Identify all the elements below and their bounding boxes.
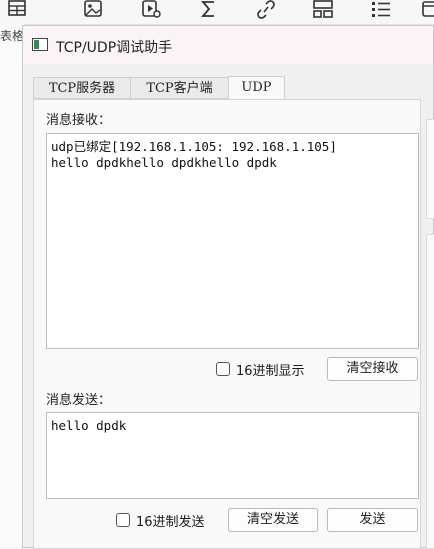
window-title: TCP/UDP调试助手 (56, 40, 173, 56)
checkbox-box[interactable] (116, 513, 130, 527)
host-side-label: 表格 (0, 29, 25, 43)
link-icon[interactable] (255, 0, 277, 20)
checkbox-box[interactable] (216, 362, 230, 376)
send-button[interactable]: 发送 (327, 508, 418, 532)
right-panel-fragment (426, 119, 434, 219)
list-icon[interactable] (370, 0, 392, 20)
app-icon (32, 38, 48, 51)
layout-icon[interactable] (312, 0, 334, 20)
host-ribbon (0, 0, 434, 25)
table-icon[interactable] (6, 0, 28, 20)
tab-tcp-server[interactable]: TCP服务器 (33, 77, 131, 99)
tab-tcp-client[interactable]: TCP客户端 (130, 77, 229, 99)
send-label: 消息发送： (46, 393, 112, 408)
udp-panel: 消息接收： udp已绑定[192.168.1.105: 192.168.1.10… (33, 99, 421, 549)
right-panel-fragment (426, 234, 434, 549)
send-hex-label: 16进制发送 (136, 514, 205, 530)
receive-textbox[interactable]: udp已绑定[192.168.1.105: 192.168.1.105] hel… (46, 133, 419, 349)
clear-receive-button[interactable]: 清空接收 (327, 357, 418, 381)
tab-udp[interactable]: UDP (228, 76, 285, 100)
receive-hex-label: 16进制显示 (236, 363, 305, 379)
tcp-udp-window: TCP/UDP调试助手 TCP服务器 TCP客户端 UDP 消息接收： udp已… (22, 25, 434, 549)
title-bar[interactable]: TCP/UDP调试助手 (23, 26, 433, 64)
send-hex-checkbox[interactable]: 16进制发送 (116, 511, 205, 530)
receive-label: 消息接收： (46, 113, 112, 128)
sum-icon[interactable] (198, 0, 220, 20)
send-textbox[interactable]: hello dpdk (46, 412, 419, 499)
image-icon[interactable] (82, 0, 104, 20)
window-icon[interactable] (420, 0, 434, 20)
receive-hex-checkbox[interactable]: 16进制显示 (216, 360, 305, 379)
clear-send-button[interactable]: 清空发送 (228, 508, 318, 532)
media-icon[interactable] (140, 0, 162, 20)
